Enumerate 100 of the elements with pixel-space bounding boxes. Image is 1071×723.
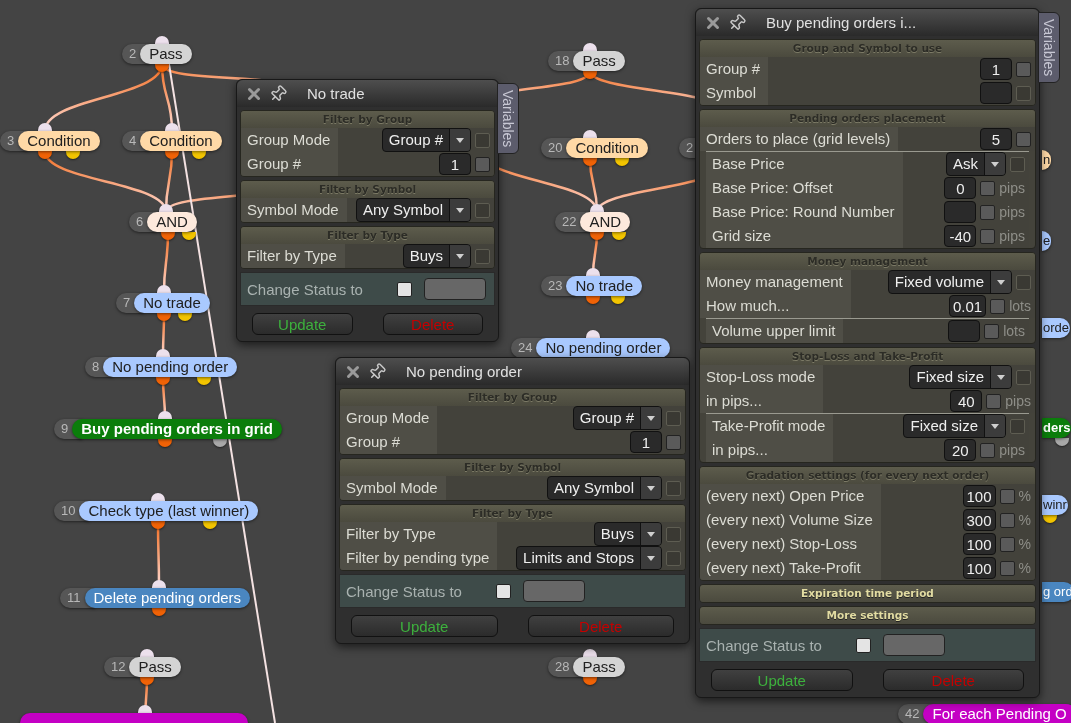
node-label[interactable]: Pass [140, 44, 192, 64]
node-label[interactable]: Condition [566, 138, 648, 158]
condition-port[interactable] [66, 151, 80, 159]
input-port[interactable] [155, 36, 169, 44]
section-heading[interactable]: Expiration time period [700, 585, 1035, 602]
status-field[interactable] [523, 580, 585, 602]
number-field[interactable]: 0.01 [949, 295, 987, 317]
node-label[interactable]: Pass [129, 657, 181, 677]
condition-port[interactable] [182, 232, 196, 240]
checkbox[interactable] [986, 393, 1002, 409]
number-field[interactable] [944, 201, 977, 223]
checkbox[interactable] [999, 512, 1015, 528]
number-field[interactable]: 100 [962, 533, 996, 555]
input-port[interactable] [152, 580, 166, 588]
node-label[interactable]: Condition [140, 131, 222, 151]
node-label[interactable]: No pending order [103, 357, 238, 377]
node-label[interactable]: Pass [573, 657, 625, 677]
dropdown[interactable]: Group # [572, 406, 662, 430]
update-button[interactable]: Update [351, 615, 498, 637]
status-field[interactable] [424, 278, 486, 300]
input-port[interactable] [156, 349, 170, 357]
output-port[interactable] [586, 296, 600, 304]
input-port[interactable] [590, 204, 604, 212]
dropdown[interactable]: Fixed size [903, 414, 1006, 438]
dropdown[interactable]: Any Symbol [546, 476, 662, 500]
checkbox[interactable] [980, 204, 996, 220]
node-label[interactable]: Buy pending orders in grid [72, 419, 282, 439]
dropdown[interactable]: Group # [381, 128, 471, 152]
checkbox[interactable] [1016, 61, 1031, 77]
update-button[interactable]: Update [252, 313, 353, 335]
number-field[interactable] [948, 320, 981, 342]
output-port[interactable] [213, 439, 227, 447]
condition-port[interactable] [615, 158, 629, 166]
number-field[interactable]: 1 [439, 153, 471, 175]
condition-port[interactable] [612, 232, 626, 240]
node-label[interactable]: orde [1042, 318, 1071, 338]
number-field[interactable]: 300 [962, 509, 996, 531]
output-port[interactable] [583, 158, 597, 166]
dropdown[interactable]: Fixed size [909, 365, 1012, 389]
output-port[interactable] [165, 151, 179, 159]
variables-tab[interactable]: Variables [1038, 12, 1060, 84]
node-label[interactable]: Check type (last winner) [79, 501, 259, 521]
checkbox[interactable] [999, 488, 1015, 504]
node-label[interactable]: Condition [18, 131, 100, 151]
input-port[interactable] [158, 411, 172, 419]
checkbox[interactable] [1016, 131, 1031, 147]
output-port[interactable] [151, 521, 165, 529]
output-port[interactable] [161, 232, 175, 240]
input-port[interactable] [157, 285, 171, 293]
output-port[interactable] [155, 64, 169, 72]
status-field[interactable] [883, 634, 945, 656]
input-port[interactable] [38, 123, 52, 131]
checkbox[interactable] [666, 434, 681, 450]
output-port[interactable] [152, 608, 166, 616]
variables-tab[interactable]: Variables [497, 83, 519, 155]
number-field[interactable]: -40 [944, 225, 977, 247]
dropdown[interactable]: Fixed volume [887, 270, 1012, 294]
number-field[interactable]: 1 [630, 431, 662, 453]
output-port[interactable] [158, 439, 172, 447]
output-port[interactable] [583, 677, 597, 685]
node-label[interactable]: No pending order [536, 338, 671, 358]
input-port[interactable] [138, 705, 152, 713]
section-heading[interactable]: More settings [700, 607, 1035, 624]
dropdown[interactable]: Ask [946, 152, 1006, 176]
checkbox[interactable] [999, 560, 1015, 576]
condition-port[interactable] [178, 313, 192, 321]
condition-port[interactable] [611, 296, 625, 304]
input-port[interactable] [165, 123, 179, 131]
node-label[interactable]: g ord [1042, 582, 1071, 602]
checkbox[interactable] [980, 442, 996, 458]
checkbox[interactable] [475, 156, 490, 172]
output-port[interactable] [38, 151, 52, 159]
node-label[interactable]: winr [1042, 495, 1068, 515]
number-field[interactable]: 1 [980, 58, 1012, 80]
checkbox[interactable] [984, 323, 1000, 339]
number-field[interactable] [980, 82, 1012, 104]
input-port[interactable] [151, 493, 165, 501]
dropdown[interactable]: Buys [402, 244, 471, 268]
dropdown[interactable]: Limits and Stops [516, 546, 662, 570]
number-field[interactable]: 5 [980, 128, 1012, 150]
checkbox[interactable] [496, 583, 511, 599]
node-label[interactable]: n [1042, 150, 1052, 170]
condition-port[interactable] [192, 151, 206, 159]
node-label[interactable]: Pass [573, 51, 625, 71]
dropdown[interactable]: Any Symbol [355, 198, 471, 222]
condition-port[interactable] [1043, 515, 1057, 523]
condition-port[interactable] [203, 521, 217, 529]
node-label[interactable]: No trade [566, 276, 642, 296]
node-label[interactable]: AND [580, 212, 631, 232]
input-port[interactable] [586, 330, 600, 338]
node-label[interactable]: e [1042, 231, 1052, 251]
output-port[interactable] [590, 232, 604, 240]
output-port[interactable] [140, 677, 154, 685]
output-port[interactable] [583, 71, 597, 79]
node-label[interactable]: For each Pending O [923, 704, 1071, 723]
checkbox[interactable] [999, 536, 1015, 552]
checkbox[interactable] [980, 180, 996, 196]
condition-port[interactable] [197, 377, 211, 385]
input-port[interactable] [586, 268, 600, 276]
checkbox[interactable] [397, 281, 412, 297]
